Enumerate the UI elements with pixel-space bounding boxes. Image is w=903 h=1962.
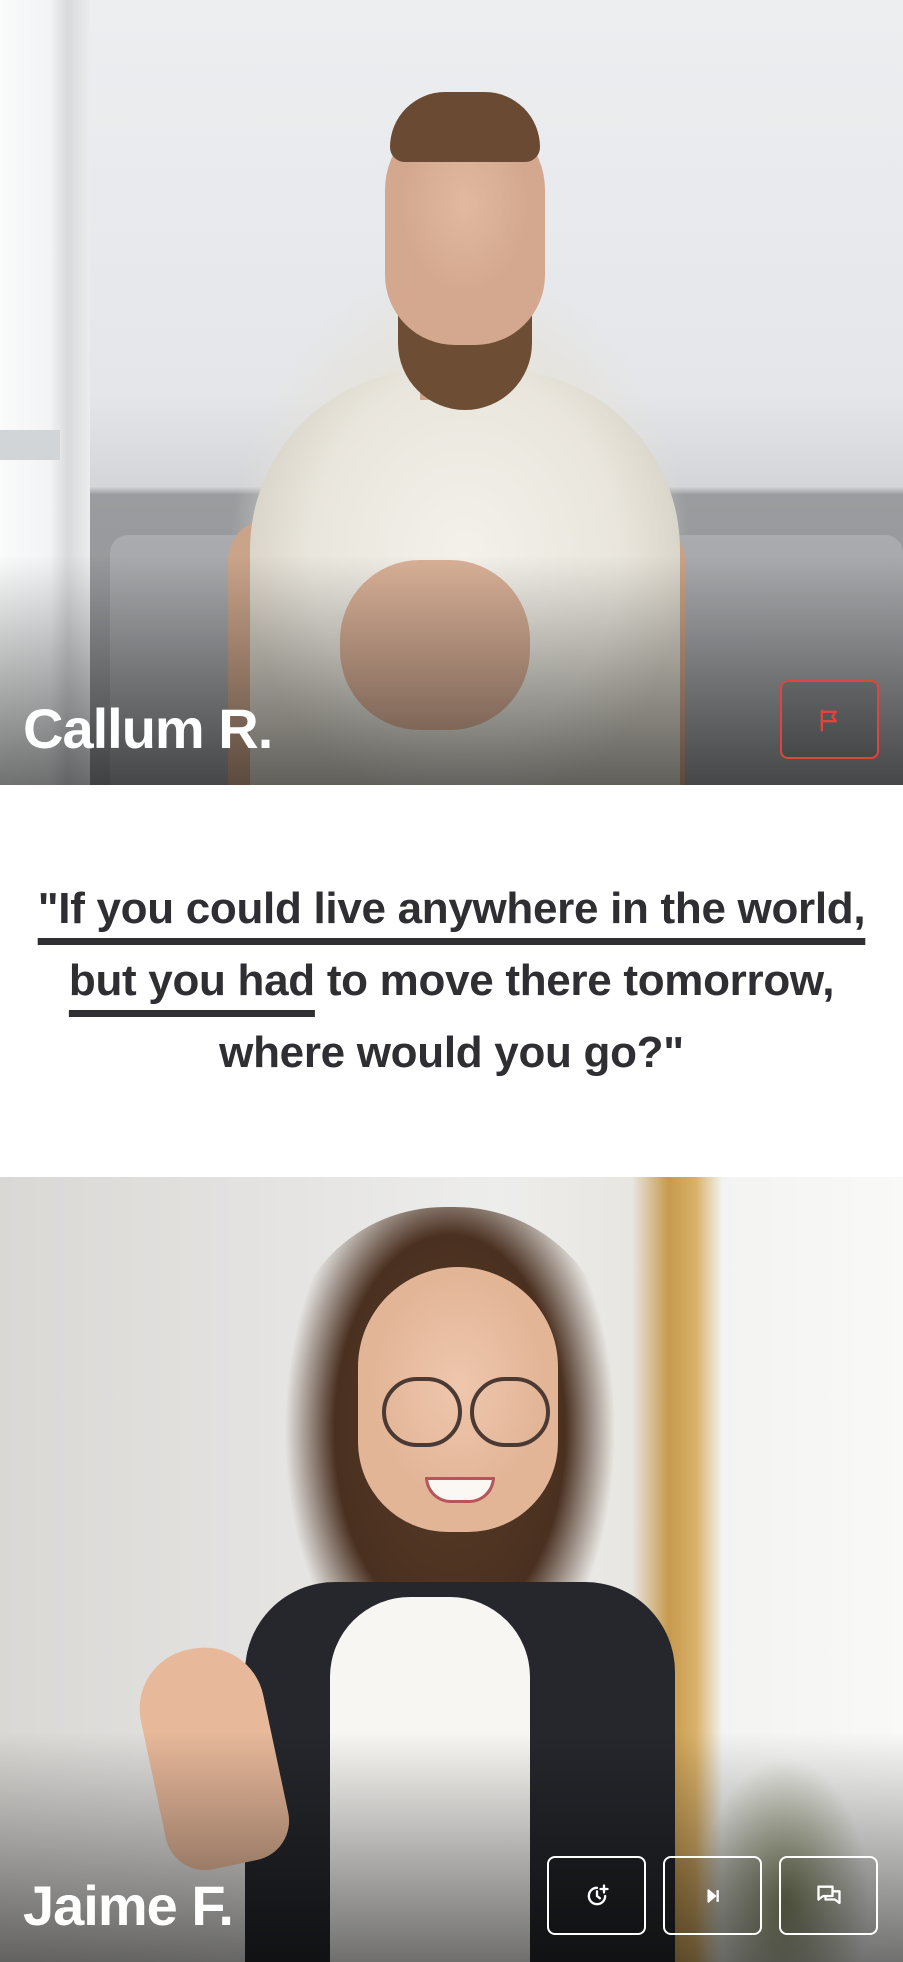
skip-next-icon: [706, 1888, 719, 1903]
participant-name-top: Callum R.: [23, 697, 273, 760]
video-tile-jaime: Jaime F.: [0, 1177, 903, 1962]
add-time-button[interactable]: [547, 1856, 646, 1935]
prompt-text: "If you could live anywhere in the world…: [38, 873, 866, 1089]
skip-button[interactable]: [663, 1856, 762, 1935]
chat-icon: [816, 1885, 841, 1904]
timer-plus-icon: [587, 1883, 609, 1905]
prompt-line-3: where would you go?": [219, 1028, 684, 1077]
report-button[interactable]: [780, 680, 879, 759]
prompt-line-2-underlined: but you had: [68, 956, 315, 1005]
video-tile-callum: Callum R.: [0, 0, 903, 785]
prompt-line-1: "If you could live anywhere in the world…: [37, 884, 866, 933]
flag-icon: [820, 709, 837, 732]
conversation-prompt: "If you could live anywhere in the world…: [0, 785, 903, 1177]
prompt-line-2-rest: to move there tomorrow,: [314, 956, 835, 1005]
chat-button[interactable]: [779, 1856, 878, 1935]
participant-name-bottom: Jaime F.: [23, 1874, 234, 1937]
